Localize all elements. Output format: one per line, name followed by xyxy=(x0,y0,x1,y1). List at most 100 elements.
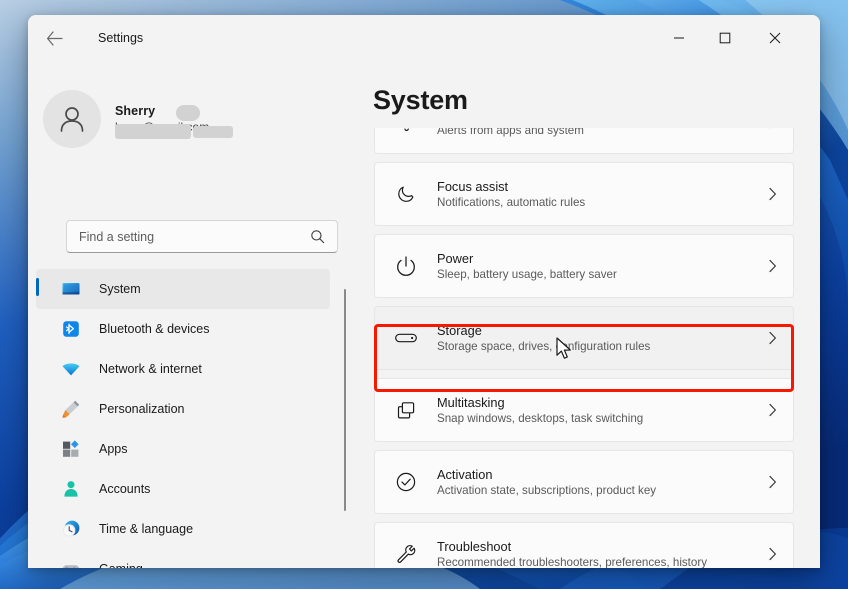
search-input[interactable] xyxy=(67,229,310,244)
sidebar-item-bluetooth-devices[interactable]: Bluetooth & devices xyxy=(36,309,330,349)
sidebar-item-gaming[interactable]: Gaming xyxy=(36,549,330,568)
settings-card-subtitle: Alerts from apps and system xyxy=(437,128,584,137)
account-person-icon xyxy=(61,479,81,499)
settings-card-subtitle: Recommended troubleshooters, preferences… xyxy=(437,556,708,568)
window-titlebar: Settings xyxy=(28,15,820,61)
person-avatar-icon xyxy=(60,107,84,132)
settings-cards-list: NotificationsAlerts from apps and system… xyxy=(348,128,820,568)
settings-card-text: Multitasking Snap windows, desktops, task… xyxy=(429,395,751,425)
sidebar-item-time-language[interactable]: Time & language xyxy=(36,509,330,549)
close-button[interactable] xyxy=(752,15,798,61)
settings-card-power[interactable]: Power Sleep, battery usage, battery saver xyxy=(374,234,794,298)
wrench-icon xyxy=(396,545,415,563)
bluetooth-icon xyxy=(61,319,81,339)
chevron-right-icon xyxy=(768,331,776,345)
sidebar-item-network-internet[interactable]: Network & internet xyxy=(36,349,330,389)
account-text: Sherry herry@gmail.com xyxy=(115,104,233,139)
search-icon[interactable] xyxy=(310,229,337,244)
settings-card-title: Storage xyxy=(437,323,482,338)
chevron-right-icon[interactable] xyxy=(751,331,793,345)
chevron-right-icon xyxy=(768,187,776,201)
settings-card-notifications[interactable]: NotificationsAlerts from apps and system xyxy=(374,128,794,154)
redaction-block xyxy=(193,126,233,138)
chevron-right-icon[interactable] xyxy=(751,187,793,201)
settings-card-multitasking[interactable]: Multitasking Snap windows, desktops, task… xyxy=(374,378,794,442)
settings-card-text: Troubleshoot Recommended troubleshooters,… xyxy=(429,539,751,568)
paintbrush-icon xyxy=(62,400,80,418)
settings-card-title: Activation xyxy=(437,467,493,482)
wifi-icon xyxy=(62,363,80,376)
settings-card-subtitle: Activation state, subscriptions, product… xyxy=(437,484,657,497)
maximize-icon xyxy=(719,32,731,44)
bell-icon xyxy=(403,128,409,132)
multitasking-windows-icon xyxy=(397,401,415,418)
settings-card-title: Multitasking xyxy=(437,395,505,410)
bell-icon xyxy=(383,128,429,133)
system-monitor-icon xyxy=(61,279,81,299)
settings-card-title: Focus assist xyxy=(437,179,509,194)
settings-card-subtitle: Notifications, automatic rules xyxy=(437,196,586,209)
settings-card-troubleshoot[interactable]: Troubleshoot Recommended troubleshooters,… xyxy=(374,522,794,568)
sidebar-item-label: Gaming xyxy=(99,562,143,568)
back-button[interactable] xyxy=(38,23,70,53)
chevron-right-icon xyxy=(768,259,776,273)
chevron-right-icon xyxy=(768,403,776,417)
chevron-right-icon[interactable] xyxy=(751,403,793,417)
close-icon xyxy=(769,32,781,44)
settings-card-storage[interactable]: Storage Storage space, drives, configurat… xyxy=(374,306,794,370)
settings-card-focus-assist[interactable]: Focus assist Notifications, automatic rul… xyxy=(374,162,794,226)
search-box[interactable] xyxy=(66,220,338,253)
minimize-button[interactable] xyxy=(656,15,702,61)
back-arrow-icon xyxy=(46,30,63,46)
sidebar-item-system[interactable]: System xyxy=(36,269,330,309)
chevron-right-icon[interactable] xyxy=(751,259,793,273)
check-circle-icon xyxy=(396,472,416,492)
settings-card-subtitle: Storage space, drives, configuration rul… xyxy=(437,340,651,353)
system-monitor-icon xyxy=(62,283,80,295)
apps-grid-icon xyxy=(61,439,81,459)
settings-card-activation[interactable]: Activation Activation state, subscription… xyxy=(374,450,794,514)
sidebar-scrollbar[interactable] xyxy=(344,289,346,511)
sidebar: Sherry herry@gmail.com System Bl xyxy=(28,61,348,568)
moon-icon xyxy=(398,186,414,202)
sidebar-item-label: Time & language xyxy=(99,522,194,536)
maximize-button[interactable] xyxy=(702,15,748,61)
gamepad-icon xyxy=(61,559,81,568)
settings-window: Settings Sherry Find a setting System Bl… xyxy=(28,15,820,568)
sidebar-item-label: Apps xyxy=(99,442,128,456)
chevron-right-icon[interactable] xyxy=(751,475,793,489)
settings-card-title: Troubleshoot xyxy=(437,539,512,554)
page-title: System xyxy=(373,85,468,115)
chevron-right-icon xyxy=(768,475,776,489)
avatar xyxy=(43,90,101,148)
check-circle-icon xyxy=(383,471,429,493)
chevron-right-icon[interactable] xyxy=(751,128,793,129)
settings-cards-viewport: NotificationsAlerts from apps and system… xyxy=(348,128,820,568)
power-icon xyxy=(397,256,415,276)
sidebar-item-apps[interactable]: Apps xyxy=(36,429,330,469)
settings-card-text: Activation Activation state, subscription… xyxy=(429,467,751,497)
bluetooth-icon xyxy=(63,321,79,337)
sidebar-item-label: Network & internet xyxy=(99,362,202,376)
settings-card-subtitle: Snap windows, desktops, task switching xyxy=(437,412,644,425)
settings-card-text: Focus assist Notifications, automatic rul… xyxy=(429,179,751,209)
minimize-icon xyxy=(674,37,684,39)
redaction-block xyxy=(176,105,200,121)
sidebar-item-accounts[interactable]: Accounts xyxy=(36,469,330,509)
settings-card-text: Power Sleep, battery usage, battery saver xyxy=(429,251,751,281)
app-title: Settings xyxy=(98,31,144,45)
main-content: System NotificationsAlerts from apps and… xyxy=(348,61,820,568)
account-card[interactable]: Sherry herry@gmail.com xyxy=(36,83,326,155)
moon-icon xyxy=(383,183,429,205)
chevron-right-icon[interactable] xyxy=(751,547,793,561)
sidebar-item-label: System xyxy=(99,282,141,296)
wifi-icon xyxy=(61,359,81,379)
settings-card-title: Power xyxy=(437,251,474,266)
sidebar-item-personalization[interactable]: Personalization xyxy=(36,389,330,429)
settings-card-text: Storage Storage space, drives, configurat… xyxy=(429,323,751,353)
gamepad-icon xyxy=(62,565,80,568)
paintbrush-icon xyxy=(61,399,81,419)
sidebar-item-label: Accounts xyxy=(99,482,151,496)
clock-globe-icon xyxy=(63,520,80,537)
harddrive-icon xyxy=(383,327,429,349)
